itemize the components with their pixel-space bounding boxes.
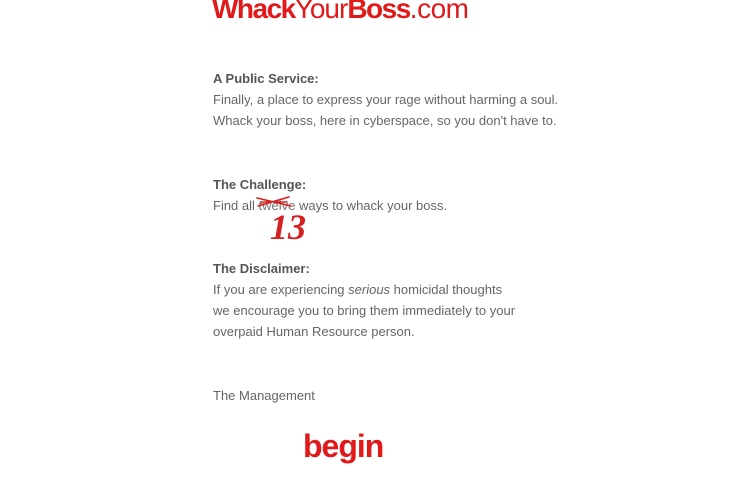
public-service-heading: A Public Service: bbox=[213, 71, 319, 86]
challenge-section: The Challenge: Find all twelve ways to w… bbox=[213, 174, 447, 216]
disclaimer-line-1: If you are experiencing serious homicida… bbox=[213, 279, 515, 300]
disclaimer-line-1-after: homicidal thoughts bbox=[390, 282, 503, 297]
logo-your: Your bbox=[294, 0, 349, 24]
begin-button[interactable]: begin bbox=[303, 426, 384, 466]
handwritten-13: 13 bbox=[270, 207, 306, 247]
logo-com: .com bbox=[409, 0, 469, 24]
challenge-text: Find all twelve ways to whack your boss. bbox=[213, 195, 447, 216]
logo-whack: Whack bbox=[212, 0, 296, 24]
challenge-text-after: ways to whack your boss. bbox=[295, 198, 448, 213]
site-logo: WhackYourBoss.com bbox=[212, 0, 469, 24]
logo-boss: Boss bbox=[347, 0, 411, 24]
disclaimer-heading: The Disclaimer: bbox=[213, 261, 310, 276]
public-service-section: A Public Service: Finally, a place to ex… bbox=[213, 68, 558, 131]
disclaimer-section: The Disclaimer: If you are experiencing … bbox=[213, 258, 515, 342]
disclaimer-line-3: overpaid Human Resource person. bbox=[213, 324, 415, 339]
challenge-heading: The Challenge: bbox=[213, 177, 307, 192]
public-service-line-2: Whack your boss, here in cyberspace, so … bbox=[213, 113, 557, 128]
signature-section: The Management bbox=[213, 385, 315, 406]
challenge-text-before: Find all bbox=[213, 198, 259, 213]
signature: The Management bbox=[213, 388, 315, 403]
handwritten-13-text: 13 bbox=[270, 207, 306, 247]
disclaimer-emphasis: serious bbox=[348, 282, 391, 297]
public-service-line-1: Finally, a place to express your rage wi… bbox=[213, 92, 559, 107]
disclaimer-line-1-before: If you are experiencing bbox=[213, 282, 349, 297]
disclaimer-line-2: we encourage you to bring them immediate… bbox=[213, 303, 516, 318]
